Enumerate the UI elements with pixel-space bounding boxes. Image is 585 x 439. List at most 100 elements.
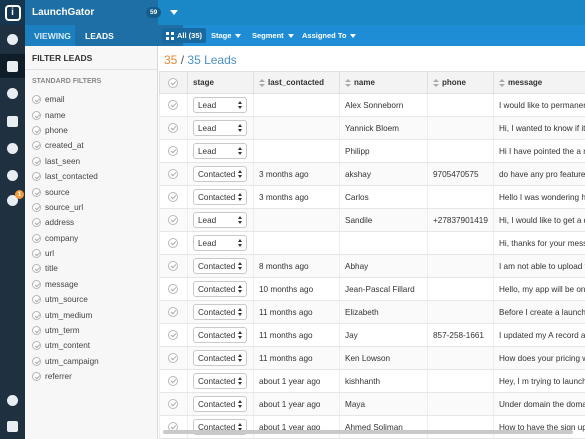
table-row[interactable]: Lead Yannick Bloem Hi, I wanted to know if… [159,116,585,140]
stage-select[interactable]: Lead [193,235,247,251]
row-checkbox[interactable] [168,330,178,340]
select-arrows-icon [238,308,243,317]
filter-item[interactable]: phone [25,123,157,138]
table-row[interactable]: Contacted 8 months ago Abhay I am not able … [159,254,585,278]
name-cell: Alex Sonneborn [339,93,428,117]
rail-users[interactable] [0,81,25,105]
row-checkbox[interactable] [168,307,178,317]
table-row[interactable]: Contacted about 1 year ago Maya Under domai… [159,392,585,416]
table-row[interactable]: Contacted about 1 year ago Ahmed Soliman Ho… [159,415,585,439]
stage-dropdown-label: Stage [211,31,232,40]
filter-item[interactable]: title [25,261,157,276]
stage-select[interactable]: Contacted [193,281,247,297]
stage-select[interactable]: Contacted [193,396,247,412]
table-row[interactable]: Lead Alex Sonneborn I would like to perman… [159,93,585,117]
table-row[interactable]: Contacted 3 months ago akshay 9705470575 do … [159,162,585,186]
select-arrows-icon [238,331,243,340]
filter-item[interactable]: message [25,277,157,292]
stage-select[interactable]: Lead [193,143,247,159]
filter-item[interactable]: utm_content [25,338,157,353]
table-row[interactable]: Lead Philipp Hi I have pointed the a recor… [159,139,585,163]
phone-cell [427,346,494,370]
rail-dashboard[interactable] [0,27,25,51]
filter-item[interactable]: referrer [25,369,157,384]
filter-item[interactable]: source [25,184,157,199]
filter-item[interactable]: company [25,231,157,246]
stage-select[interactable]: Lead [193,120,247,136]
leads-main: 35 / 35 Leads stage last_contacted name … [159,46,585,439]
filter-item[interactable]: utm_term [25,323,157,338]
column-header-name[interactable]: name [339,71,428,94]
app-switcher[interactable]: LaunchGator 59 [25,0,178,25]
table-row[interactable]: Contacted 3 months ago Carlos Hello I was w… [159,185,585,209]
filter-item[interactable]: utm_medium [25,307,157,322]
stage-select[interactable]: Contacted [193,327,247,343]
filter-item[interactable]: last_seen [25,154,157,169]
row-checkbox[interactable] [168,146,178,156]
stage-select[interactable]: Lead [193,97,247,113]
row-checkbox[interactable] [168,399,178,409]
table-row[interactable]: Contacted about 1 year ago kishhanth Hey, I… [159,369,585,393]
stage-select[interactable]: Contacted [193,304,247,320]
select-all-checkbox[interactable] [168,77,178,88]
message-cell: do have any pro feature for cus [493,162,585,186]
leads-table-body: Lead Alex Sonneborn I would like to perman… [159,93,585,439]
filter-item[interactable]: last_contacted [25,169,157,184]
last-contacted-cell [253,208,340,232]
segment-dropdown[interactable]: Segment [252,25,294,46]
filter-item[interactable]: utm_source [25,292,157,307]
rail-campaigns[interactable] [0,136,25,160]
rail-inbox[interactable] [0,109,25,133]
filter-item[interactable]: created_at [25,138,157,153]
stage-select[interactable]: Contacted [193,189,247,205]
rail-support[interactable]: 1 [0,188,25,212]
table-row[interactable]: Contacted 10 months ago Jean-Pascal Fillar… [159,277,585,301]
row-checkbox[interactable] [168,376,178,386]
select-all-header[interactable] [159,71,188,94]
row-checkbox[interactable] [168,192,178,202]
rail-favorites[interactable] [0,414,25,438]
stage-select[interactable]: Contacted [193,258,247,274]
rail-chat[interactable] [0,163,25,187]
row-checkbox[interactable] [168,123,178,133]
filter-item[interactable]: name [25,107,157,122]
message-cell: Hello, my app will be on the ma [493,277,585,301]
row-checkbox[interactable] [168,261,178,271]
filter-item[interactable]: email [25,92,157,107]
row-checkbox[interactable] [168,100,178,110]
stage-select[interactable]: Contacted [193,373,247,389]
row-checkbox[interactable] [168,353,178,363]
column-header-last-contacted[interactable]: last_contacted [253,71,340,94]
filter-item[interactable]: utm_campaign [25,354,157,369]
row-checkbox[interactable] [168,215,178,225]
rail-settings[interactable] [0,388,25,412]
horizontal-scrollbar[interactable] [163,430,573,434]
table-row[interactable]: Lead Hi, thanks for your message. Ur [159,231,585,255]
stage-select[interactable]: Contacted [193,350,247,366]
table-row[interactable]: Lead Sandile +27837901419 Hi, I would like … [159,208,585,232]
stage-dropdown[interactable]: Stage [211,25,242,46]
column-header-stage[interactable]: stage [187,71,254,94]
row-checkbox[interactable] [168,284,178,294]
column-header-phone[interactable]: phone [427,71,494,94]
filter-item[interactable]: url [25,246,157,261]
filter-item[interactable]: source_url [25,200,157,215]
column-header-message[interactable]: message [493,71,585,94]
sort-icon [433,78,439,87]
stage-cell: Contacted [187,277,254,301]
rail-leads[interactable] [0,54,25,78]
stage-select[interactable]: Contacted [193,166,247,182]
row-checkbox[interactable] [168,238,178,248]
name-cell: Ken Lowson [339,346,428,370]
row-checkbox[interactable] [168,169,178,179]
table-row[interactable]: Contacted 11 months ago Ken Lowson How does… [159,346,585,370]
row-select-cell [159,346,188,370]
assigned-dropdown[interactable]: Assigned To [302,25,357,46]
table-row[interactable]: Contacted 11 months ago Jay 857-258-1661 I u… [159,323,585,347]
stage-select[interactable]: Lead [193,212,247,228]
filter-item[interactable]: address [25,215,157,230]
table-row[interactable]: Contacted 11 months ago Elizabeth Before I … [159,300,585,324]
row-select-cell [159,162,188,186]
all-filter-button[interactable]: All (35) [162,28,207,43]
logo[interactable]: i [0,0,25,25]
